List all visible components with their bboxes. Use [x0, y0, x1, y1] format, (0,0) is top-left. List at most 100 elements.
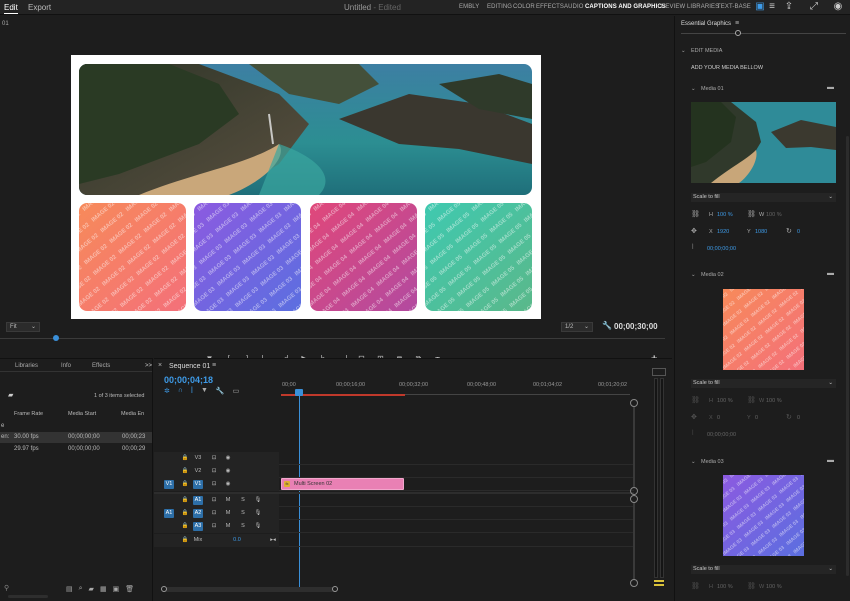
chevron-down-icon[interactable]: ⌄ [691, 86, 696, 92]
solo-button[interactable]: S [238, 522, 248, 531]
col-frame-rate[interactable]: Frame Rate [14, 411, 43, 417]
link-icon[interactable]: ⛓ [747, 582, 756, 590]
media-01-thumbnail[interactable] [691, 102, 836, 183]
media-02-height[interactable]: 100 % [717, 398, 733, 404]
panel-overflow-icon[interactable]: >> [145, 363, 152, 369]
monitor-playhead[interactable] [53, 335, 59, 341]
media-01-width[interactable]: 100 % [766, 212, 782, 218]
time-icon[interactable]: ⦚ [692, 244, 693, 252]
media-03-scale-dropdown[interactable]: Scale to fill ⌄ [691, 565, 836, 574]
audio-vscroll[interactable] [633, 503, 635, 579]
add-marker-icon[interactable]: ▼ [201, 387, 208, 395]
track-label[interactable]: A2 [193, 509, 203, 518]
mute-button[interactable]: M [223, 509, 233, 518]
sync-lock-icon[interactable]: ⊡ [209, 496, 219, 505]
clip-multi-screen-02[interactable]: fx Multi Screen 02 [281, 478, 404, 490]
chevron-down-icon[interactable]: ⌄ [681, 48, 686, 54]
media-02-y[interactable]: 0 [755, 415, 758, 421]
media-01-rotation[interactable]: 0 [797, 229, 800, 235]
panel-slider-handle[interactable] [735, 30, 741, 36]
mute-button[interactable]: M [223, 496, 233, 505]
audio-vscroll-handle-top[interactable] [630, 495, 638, 503]
media-02-title[interactable]: Media 02 [701, 272, 724, 278]
media-02-scale-dropdown[interactable]: Scale to fill ⌄ [691, 379, 836, 388]
media-01-y[interactable]: 1080 [755, 229, 767, 235]
media-01-scale-dropdown[interactable]: Scale to fill ⌄ [691, 193, 836, 202]
track-label[interactable]: A1 [193, 496, 203, 505]
lock-icon[interactable]: 🔒 [180, 496, 190, 505]
col-media-end[interactable]: Media En [121, 411, 144, 417]
media-02-width[interactable]: 100 % [766, 398, 782, 404]
media-03-thumbnail[interactable]: IMAGE 03 IMAGE 03 IMAGE 03 IMAGE 03 IMAG… [723, 475, 804, 556]
microphone-icon[interactable]: 🎙 [253, 496, 263, 505]
monitor-timebar[interactable] [0, 338, 665, 339]
solo-button[interactable]: S [238, 509, 248, 518]
rotate-icon[interactable]: ↻ [786, 413, 792, 421]
bin-settings-icon[interactable]: ⚲ [4, 584, 12, 592]
new-bin-icon[interactable]: ▰ [89, 585, 94, 593]
mix-value[interactable]: 0.0 [230, 536, 244, 545]
notifications-icon[interactable]: ◉ [832, 1, 844, 13]
menu-icon[interactable]: ▬ [827, 457, 834, 464]
scale-link-icon[interactable]: ⛓ [691, 582, 700, 590]
sync-lock-icon[interactable]: ⊡ [209, 522, 219, 531]
move-icon[interactable]: ✥ [691, 227, 697, 235]
move-icon[interactable]: ✥ [691, 413, 697, 421]
menu-icon[interactable]: ≡ [212, 362, 216, 369]
sequence-tab[interactable]: Sequence 01 [169, 363, 210, 370]
sequence-timecode[interactable]: 00;00;04;18 [164, 375, 213, 385]
clear-icon[interactable]: ▣ [113, 585, 120, 593]
panel-scrollbar[interactable] [846, 136, 849, 576]
track-label[interactable]: A3 [193, 522, 203, 531]
list-view-icon[interactable]: ▤ [66, 585, 73, 593]
lock-icon[interactable]: 🔒 [180, 522, 190, 531]
source-patch-a1[interactable]: A1 [164, 509, 174, 518]
list-item[interactable]: 29.97 fps 00;00;00;00 00;00;29 [0, 444, 152, 455]
tab-info[interactable]: Info [61, 363, 71, 369]
list-item[interactable]: en: 30.00 fps 00;00;00;00 00;00;23 [0, 432, 152, 443]
share-icon[interactable]: ⇪ [783, 1, 795, 13]
media-03-width[interactable]: 100 % [766, 584, 782, 590]
menu-icon[interactable]: ≡ [735, 20, 739, 27]
linked-selection-icon[interactable]: ꟾ [191, 387, 193, 395]
workspace-color[interactable]: COLOR [513, 4, 535, 10]
media-03-height[interactable]: 100 % [717, 584, 733, 590]
snap-icon[interactable]: ∩ [178, 387, 183, 395]
lock-icon[interactable]: 🔒 [180, 480, 190, 489]
time-icon[interactable]: ⦚ [692, 430, 693, 438]
video-frame[interactable]: IMAGE 02 IMAGE 02 IMAGE 02 IMAGE 02 IMAG… [71, 55, 541, 319]
mute-button[interactable]: M [223, 522, 233, 531]
trash-icon[interactable]: 🗑 [125, 585, 134, 593]
media-02-rotation[interactable]: 0 [797, 415, 800, 421]
track-label[interactable]: V2 [193, 467, 203, 476]
audio-vscroll-handle-bottom[interactable] [630, 579, 638, 587]
microphone-icon[interactable]: 🎙 [253, 522, 263, 531]
workspace-menu-icon[interactable]: ≡ [766, 1, 778, 13]
workspace-libraries[interactable]: LIBRARIES [687, 4, 719, 10]
eye-icon[interactable]: ◉ [223, 480, 233, 489]
microphone-icon[interactable]: 🎙 [253, 509, 263, 518]
list-item[interactable]: e [0, 421, 152, 432]
hscroll-handle-left[interactable] [161, 586, 167, 592]
media-01-title[interactable]: Media 01 [701, 86, 724, 92]
media-01-time[interactable]: 00;00;00;00 [707, 246, 736, 252]
tab-effects[interactable]: Effects [92, 363, 110, 369]
media-02-time[interactable]: 00;00;00;00 [707, 432, 736, 438]
timeline-settings-icon[interactable]: 🔧 [216, 387, 225, 395]
vscroll-handle-top[interactable] [630, 399, 638, 407]
solo-button[interactable]: S [238, 496, 248, 505]
wrench-icon[interactable]: 🔧 [602, 321, 612, 330]
col-media-start[interactable]: Media Start [68, 411, 96, 417]
media-03-title[interactable]: Media 03 [701, 459, 724, 465]
sync-lock-icon[interactable]: ⊡ [209, 480, 219, 489]
workspace-audio[interactable]: AUDIO [564, 4, 584, 10]
lock-icon[interactable]: 🔒 [180, 454, 190, 463]
sync-lock-icon[interactable]: ⊡ [209, 509, 219, 518]
search-icon[interactable]: ⌕ [79, 585, 83, 593]
media-01-height[interactable]: 100 % [717, 212, 733, 218]
video-vscroll[interactable] [633, 407, 635, 487]
chevron-down-icon[interactable]: ⌄ [691, 272, 696, 278]
go-to-end-icon[interactable]: ▸◂ [268, 536, 278, 545]
lock-icon[interactable]: 🔒 [180, 509, 190, 518]
eye-icon[interactable]: ◉ [223, 454, 233, 463]
